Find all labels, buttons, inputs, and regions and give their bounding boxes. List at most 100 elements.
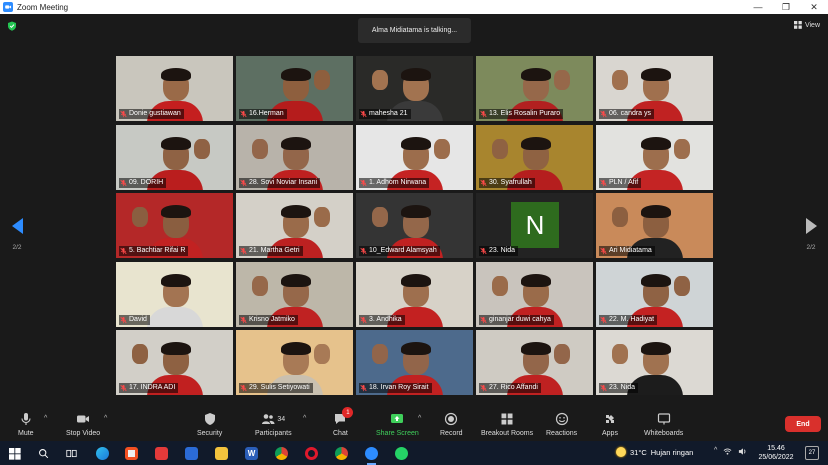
notification-center-icon[interactable]: 27	[805, 446, 819, 460]
weather-widget[interactable]: 31°C Hujan ringan	[616, 447, 693, 457]
participant-name: 06. candra ys	[609, 110, 652, 117]
participant-video-tile[interactable]: 06. candra ys	[596, 56, 713, 121]
participant-video-tile[interactable]: N 23. Nida	[476, 193, 593, 258]
record-button[interactable]: Record	[440, 410, 463, 437]
participant-video-tile[interactable]: mahesha 21	[356, 56, 473, 121]
minimize-button[interactable]: —	[744, 0, 772, 14]
microphone-muted-icon	[480, 110, 487, 118]
share-screen-button[interactable]: Share Screen	[376, 410, 419, 437]
security-button[interactable]: Security	[197, 410, 222, 437]
microphone-muted-icon	[240, 384, 247, 392]
microphone-muted-icon	[120, 384, 127, 392]
participant-name-label: 27. Rico Affandi	[479, 383, 541, 393]
whatsapp-icon[interactable]	[394, 446, 409, 461]
participant-video-tile[interactable]: 30. Syafrullah	[476, 124, 593, 190]
participant-video-tile[interactable]: 23. Nida	[596, 330, 713, 395]
participant-name-label: 5. Bachtiar Rifai R	[119, 246, 189, 256]
participant-name-label: 30. Syafrullah	[479, 177, 535, 188]
participant-video-tile[interactable]: Krisno Jatmiko	[236, 261, 353, 327]
chrome-profile-icon[interactable]	[334, 446, 349, 461]
participant-video-tile[interactable]: David	[116, 261, 233, 327]
opera-icon[interactable]	[304, 446, 319, 461]
participant-name-label: Krisno Jatmiko	[239, 314, 298, 325]
view-button[interactable]: View	[793, 21, 820, 29]
video-options-caret-icon[interactable]: ^	[104, 415, 107, 422]
encryption-shield-icon[interactable]	[7, 21, 17, 31]
participant-name-label: 16.Herman	[239, 109, 287, 119]
microphone-muted-icon	[120, 179, 127, 186]
store-icon[interactable]	[124, 446, 139, 461]
restore-button[interactable]: ❐	[772, 0, 800, 14]
participant-video-tile[interactable]: 27. Rico Affandi	[476, 330, 593, 395]
file-explorer-icon[interactable]	[214, 446, 229, 461]
participant-video-tile[interactable]: 13. Elis Rosalin Puraro	[476, 56, 593, 121]
participant-video-tile[interactable]: 17. INDRA ADI	[116, 330, 233, 395]
participant-name-label: Donie gustiawan	[119, 109, 184, 119]
participant-video-tile[interactable]: Donie gustiawan	[116, 56, 233, 121]
participants-label: Participants	[255, 430, 292, 437]
breakout-rooms-button[interactable]: Breakout Rooms	[481, 410, 533, 437]
participant-video-tile[interactable]: PLN / Afif	[596, 124, 713, 190]
speaker-icon[interactable]	[738, 447, 747, 456]
participant-video-tile[interactable]: 5. Bachtiar Rifai R	[116, 193, 233, 258]
participant-video-tile[interactable]: 10_Edward Alamsyah	[356, 193, 473, 258]
arrow-right-icon	[805, 218, 817, 234]
microphone-muted-icon	[600, 384, 607, 392]
participant-video-tile[interactable]: ginanjar duwi cahya	[476, 261, 593, 327]
wifi-icon[interactable]	[723, 447, 732, 456]
participant-video-tile[interactable]: 28. Sovi Noviar Insani	[236, 124, 353, 190]
window-controls: — ❐ ✕	[744, 0, 828, 14]
participant-video-tile[interactable]: 09. DORIH	[116, 124, 233, 190]
participant-video-tile[interactable]: 22. M. Hadiyat	[596, 261, 713, 327]
chat-button[interactable]: 1 Chat	[333, 407, 354, 437]
microphone-muted-icon	[240, 110, 247, 118]
participants-options-caret-icon[interactable]: ^	[303, 415, 306, 422]
windows-taskbar: W 31°C Hujan ringan ^ 15.46 25/06/2022 2…	[0, 441, 828, 465]
participant-video-tile[interactable]: Ari Midiatama	[596, 193, 713, 258]
mute-button[interactable]: Mute	[18, 410, 34, 437]
participant-name: 23. Nida	[489, 247, 516, 254]
audio-options-caret-icon[interactable]: ^	[44, 415, 47, 422]
participant-name-label: 22. M. Hadiyat	[599, 314, 658, 325]
microphone-muted-icon	[600, 179, 607, 186]
participant-name-label: 29. Sulis Setiyowati	[239, 383, 313, 393]
edge-browser-icon[interactable]	[95, 446, 110, 461]
participant-video-tile[interactable]: 21. Martha Getri	[236, 193, 353, 258]
whiteboards-button[interactable]: Whiteboards	[644, 410, 683, 437]
participant-name-label: David	[119, 314, 150, 325]
participant-name: 29. Sulis Setiyowati	[249, 384, 310, 391]
participants-button[interactable]: 34 Participants	[255, 410, 292, 437]
next-page-button[interactable]: 2/2	[803, 218, 819, 251]
chrome-icon[interactable]	[274, 446, 289, 461]
stop-video-button[interactable]: Stop Video	[66, 410, 100, 437]
participant-video-tile[interactable]: 1. Adhom Nirwana	[356, 124, 473, 190]
ok-hand-gesture	[372, 207, 388, 227]
arrow-left-icon	[11, 218, 23, 234]
apps-button[interactable]: Apps	[602, 410, 618, 437]
participant-name: ginanjar duwi cahya	[489, 315, 551, 323]
participant-name: Ari Midiatama	[609, 247, 652, 254]
participant-video-tile[interactable]: 29. Sulis Setiyowati	[236, 330, 353, 395]
page-indicator-left: 2/2	[12, 244, 22, 251]
search-icon[interactable]	[36, 446, 51, 461]
taskbar-clock[interactable]: 15.46 25/06/2022	[754, 444, 798, 462]
participant-name-label: Ari Midiatama	[599, 246, 655, 256]
participant-name-label: 23. Nida	[599, 383, 639, 393]
reactions-button[interactable]: Reactions	[546, 410, 577, 437]
mail-icon[interactable]	[184, 446, 199, 461]
share-options-caret-icon[interactable]: ^	[418, 415, 421, 422]
end-meeting-button[interactable]: End	[785, 416, 821, 432]
windows-start-icon[interactable]	[7, 446, 22, 461]
word-icon[interactable]: W	[244, 446, 259, 461]
task-view-icon[interactable]	[64, 446, 79, 461]
close-button[interactable]: ✕	[800, 0, 828, 14]
zoom-taskbar-icon[interactable]	[364, 446, 379, 465]
participant-video-tile[interactable]: 18. Irvan Roy Sirait	[356, 330, 473, 395]
participant-video-tile[interactable]: 16.Herman	[236, 56, 353, 121]
gift-app-icon[interactable]	[154, 446, 169, 461]
tray-chevron-icon[interactable]: ^	[714, 447, 717, 456]
previous-page-button[interactable]: 2/2	[9, 218, 25, 251]
participant-name: 30. Syafrullah	[489, 178, 532, 186]
participant-video-tile[interactable]: 3. Andhika	[356, 261, 473, 327]
whiteboards-label: Whiteboards	[644, 430, 684, 437]
